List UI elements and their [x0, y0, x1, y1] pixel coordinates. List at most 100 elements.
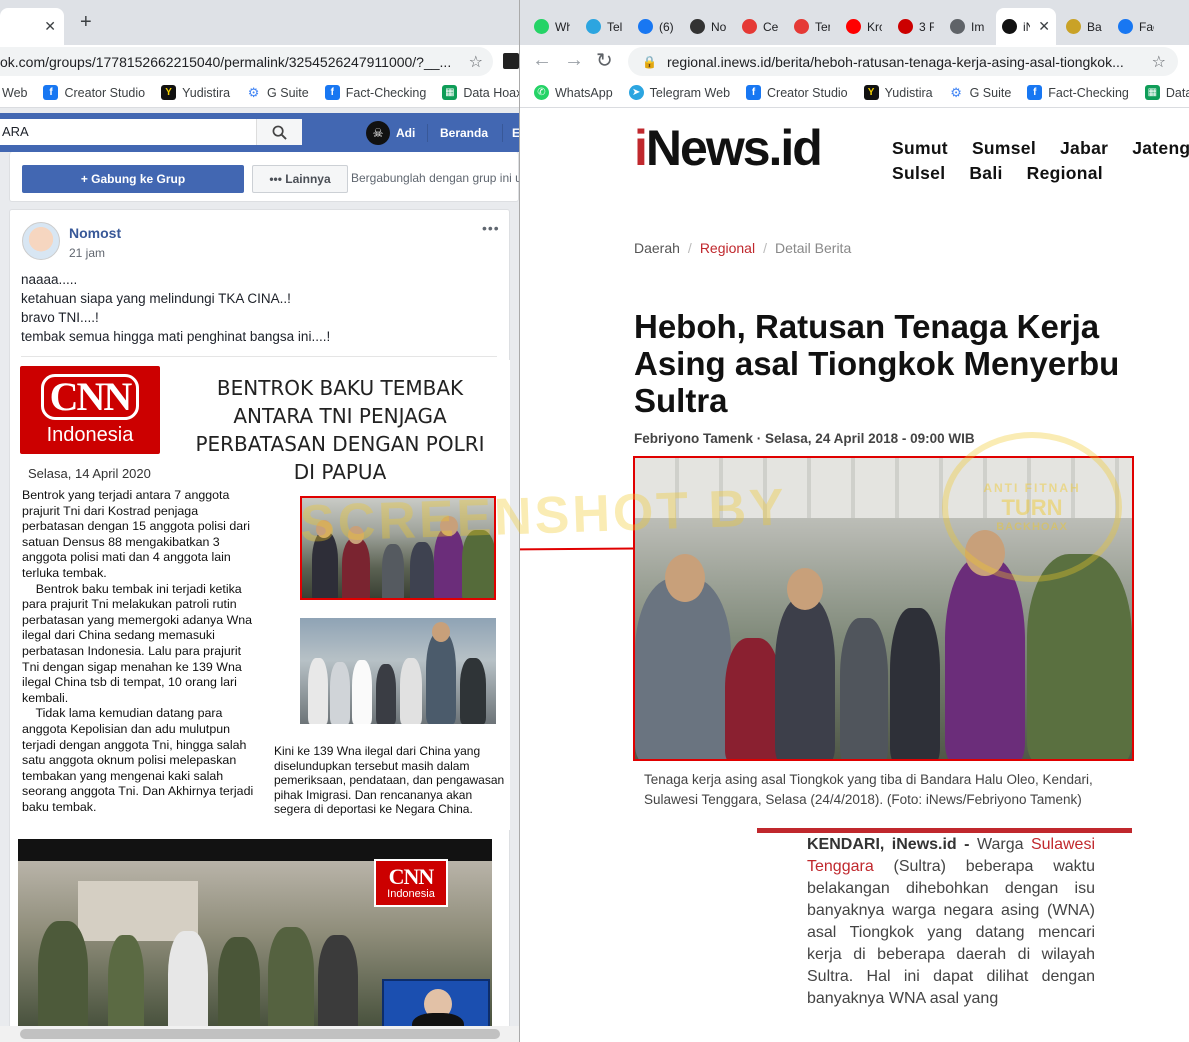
photo-figure: [400, 658, 422, 724]
clipping-headline: BENTROK BAKU TEMBAK ANTARA TNI PENJAGA P…: [180, 374, 500, 486]
tab-label: Cel: [763, 19, 778, 34]
clipping-date: Selasa, 14 April 2020: [28, 466, 151, 481]
post-line: bravo TNI....!: [21, 310, 99, 325]
clipping-body-line: prajurit Tni dari Kostrad penjaga: [22, 503, 199, 518]
join-group-button[interactable]: + Gabung ke Grup: [22, 165, 244, 193]
cnn-icon: [898, 19, 913, 34]
more-button[interactable]: ••• Lainnya: [252, 165, 348, 193]
inews-logo[interactable]: iNews.id: [634, 120, 823, 176]
post-menu-icon[interactable]: •••: [482, 220, 500, 236]
tab-label: (6): [659, 19, 674, 34]
browser-tab[interactable]: iN ✕: [996, 8, 1056, 45]
browser-tab[interactable]: Im: [944, 8, 992, 45]
browser-tab[interactable]: (6): [632, 8, 680, 45]
bookmark-whatsapp[interactable]: ✆ WhatsApp: [534, 85, 613, 100]
article-headline: Heboh, Ratusan Tenaga Kerja Asing asal T…: [634, 308, 1120, 419]
browser-tab[interactable]: Fac: [1112, 8, 1160, 45]
breadcrumb-regional[interactable]: Regional: [700, 240, 755, 256]
left-address-bar[interactable]: ok.com/groups/1778152662215040/permalink…: [0, 47, 493, 76]
bookmark-creator-studio[interactable]: f Creator Studio: [746, 85, 848, 100]
facebook-icon: f: [746, 85, 762, 100]
nav-bali[interactable]: Bali: [969, 163, 1002, 184]
star-icon[interactable]: ☆: [469, 52, 483, 72]
nav-more-link[interactable]: E: [512, 113, 519, 152]
medal-icon: [1066, 19, 1081, 34]
browser-tab[interactable]: Bal: [1060, 8, 1108, 45]
clipping-body-line: ilegal China tsb di tempat, 10 orang lar…: [22, 675, 237, 690]
nav-regional[interactable]: Regional: [1027, 163, 1103, 184]
scrollbar-thumb[interactable]: [20, 1029, 500, 1039]
turnbackhoax-seal: ANTI FITNAH TURN BACKHOAX: [942, 432, 1122, 582]
post-divider: [21, 356, 497, 357]
bookmark-fact-checking[interactable]: f Fact-Checking: [324, 85, 426, 100]
post-time[interactable]: 21 jam: [69, 246, 105, 260]
region-nav-row-1: Sumut Sumsel Jabar Jateng: [892, 138, 1189, 159]
clipping-body-line: satu anggota oknum polisi melepaskan: [22, 753, 237, 768]
bookmark-creator-studio[interactable]: f Creator Studio: [43, 85, 145, 100]
facebook-icon: [1118, 19, 1133, 34]
photo-figure: [665, 554, 705, 602]
close-icon[interactable]: ✕: [1038, 18, 1050, 35]
new-tab-icon[interactable]: +: [80, 12, 92, 32]
browser-tab[interactable]: Cel: [736, 8, 784, 45]
horizontal-scrollbar[interactable]: [0, 1026, 519, 1042]
browser-tab[interactable]: 3 F: [892, 8, 940, 45]
clipping-caption-line: pihak Imigrasi. Dan rencananya akan: [274, 787, 473, 802]
browser-tab[interactable]: No: [684, 8, 732, 45]
photo-figure: [38, 921, 88, 1039]
news-video-thumbnail[interactable]: CNN Indonesia: [18, 839, 492, 1039]
bookmark-data[interactable]: ▦Data: [1144, 85, 1189, 100]
extension-icon[interactable]: [503, 53, 519, 69]
clipping-body-line: Bentrok baku tembak ini terjadi ketika: [22, 581, 242, 596]
left-active-tab[interactable]: ✕: [0, 8, 64, 45]
clipping-body-line: seorang anggota Tni. Dan Akhirnya terjad…: [22, 784, 254, 799]
home-link[interactable]: Beranda: [440, 113, 488, 152]
nav-sulsel[interactable]: Sulsel: [892, 163, 945, 184]
star-icon[interactable]: ☆: [1152, 52, 1166, 72]
right-address-bar[interactable]: 🔒 regional.inews.id/berita/heboh-ratusan…: [628, 47, 1178, 76]
photo-caption: Tenaga kerja asing asal Tiongkok yang ti…: [644, 772, 1093, 807]
bookmark-yudistira[interactable]: Y Yudistira: [863, 85, 933, 100]
nav-jateng[interactable]: Jateng: [1132, 138, 1189, 159]
back-icon[interactable]: ←: [532, 49, 552, 72]
search-button[interactable]: [256, 119, 302, 145]
bookmark-yudistira[interactable]: Y Yudistira: [161, 85, 230, 100]
tab-label: Im: [971, 19, 985, 34]
gear-icon: ⚙: [948, 84, 964, 100]
article-body: KENDARI, iNews.id - Warga Sulawesi Tengg…: [807, 834, 1095, 1010]
avatar[interactable]: [22, 222, 60, 260]
browser-tab[interactable]: Krc: [840, 8, 888, 45]
clipping-body-line: Bentrok yang terjadi antara 7 anggota: [22, 488, 230, 502]
bookmark-data-hoax[interactable]: ▦ Data Hoax: [442, 85, 519, 100]
address-text: regional.inews.id/berita/heboh-ratusan-t…: [666, 53, 1124, 70]
forward-icon[interactable]: →: [564, 49, 584, 72]
post-author[interactable]: Nomost: [69, 225, 121, 241]
photo-figure: [168, 931, 208, 1039]
profile-link[interactable]: ☠ Adi: [366, 113, 415, 152]
breadcrumb: Daerah / Regional / Detail Berita: [634, 240, 851, 256]
photo-figure: [382, 544, 404, 598]
facebook-top-bar: ARA ☠ Adi Beranda E: [0, 113, 519, 152]
nav-sumut[interactable]: Sumut: [892, 138, 948, 159]
bookmark-fact-checking[interactable]: f Fact-Checking: [1027, 85, 1129, 100]
breadcrumb-daerah[interactable]: Daerah: [634, 240, 680, 256]
facebook-icon: f: [1027, 85, 1043, 100]
bookmark-gsuite[interactable]: ⚙ G Suite: [948, 84, 1011, 100]
lock-icon: 🔒: [642, 54, 657, 69]
nav-jabar[interactable]: Jabar: [1060, 138, 1108, 159]
bookmark-gsuite[interactable]: ⚙ G Suite: [246, 85, 309, 100]
bookmark-web[interactable]: Web: [2, 86, 27, 100]
hoax-clipping-image[interactable]: CNN Indonesia BENTROK BAKU TEMBAK ANTARA…: [10, 360, 510, 830]
photo-figure: [635, 578, 731, 759]
photo-figure: [330, 662, 350, 724]
browser-tab[interactable]: Tel: [580, 8, 628, 45]
facebook-icon: [638, 19, 653, 34]
browser-tab[interactable]: Wh: [528, 8, 576, 45]
reload-icon[interactable]: ↻: [596, 48, 613, 73]
t-icon: [742, 19, 757, 34]
browser-tab[interactable]: Ter: [788, 8, 836, 45]
clipping-body: Bentrok yang terjadi antara 7 anggota pra…: [22, 488, 282, 815]
nav-sumsel[interactable]: Sumsel: [972, 138, 1036, 159]
bookmark-telegram[interactable]: ➤ Telegram Web: [628, 85, 730, 100]
close-icon[interactable]: ✕: [44, 18, 56, 35]
